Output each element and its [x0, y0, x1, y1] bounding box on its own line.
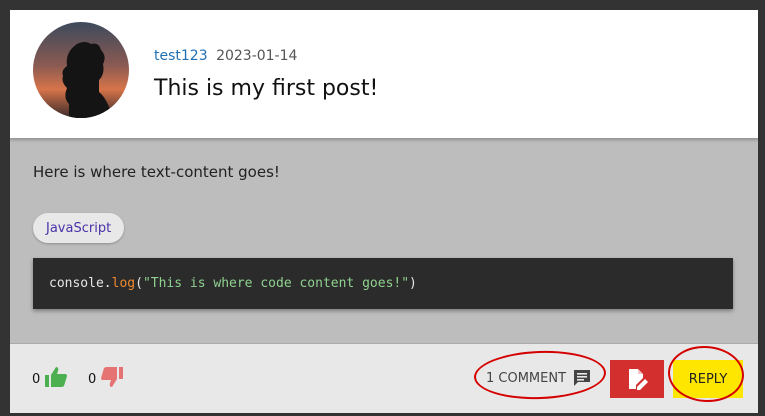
post-text: Here is where text-content goes!	[33, 163, 280, 181]
reply-button[interactable]: REPLY	[673, 360, 743, 398]
post-title: This is my first post!	[154, 76, 379, 101]
post-footer: 0 0 1 COMMENT REPLY	[10, 343, 758, 413]
edit-button[interactable]	[610, 360, 664, 398]
post-meta: test123 2023-01-14	[154, 48, 297, 64]
comments-link[interactable]: 1 COMMENT	[486, 366, 592, 390]
upvote-count: 0	[32, 371, 41, 387]
avatar-image	[33, 22, 129, 118]
code-string: "This is where code content goes!"	[142, 276, 410, 291]
comment-icon	[574, 370, 591, 386]
username-link[interactable]: test123	[154, 48, 208, 64]
avatar[interactable]	[33, 22, 129, 118]
code-method: log	[111, 276, 136, 291]
thumb-up-icon[interactable]	[44, 366, 68, 392]
downvote-count: 0	[88, 371, 97, 387]
upvote-group: 0	[32, 366, 68, 392]
post-card: test123 2023-01-14 This is my first post…	[10, 10, 758, 413]
post-content: Here is where text-content goes! JavaScr…	[10, 139, 758, 343]
post-date: 2023-01-14	[216, 48, 298, 64]
language-chip[interactable]: JavaScript	[33, 213, 125, 243]
comments-label: 1 COMMENT	[486, 370, 567, 386]
edit-document-icon	[629, 369, 648, 390]
post-header: test123 2023-01-14 This is my first post…	[10, 10, 758, 139]
downvote-group: 0	[88, 366, 124, 392]
thumb-down-icon[interactable]	[100, 366, 124, 392]
code-dot: .	[103, 276, 112, 291]
code-close-paren: )	[409, 276, 417, 291]
code-open-paren: (	[135, 276, 143, 291]
code-object: console	[49, 276, 104, 291]
code-block: console. log("This is where code content …	[33, 258, 733, 309]
